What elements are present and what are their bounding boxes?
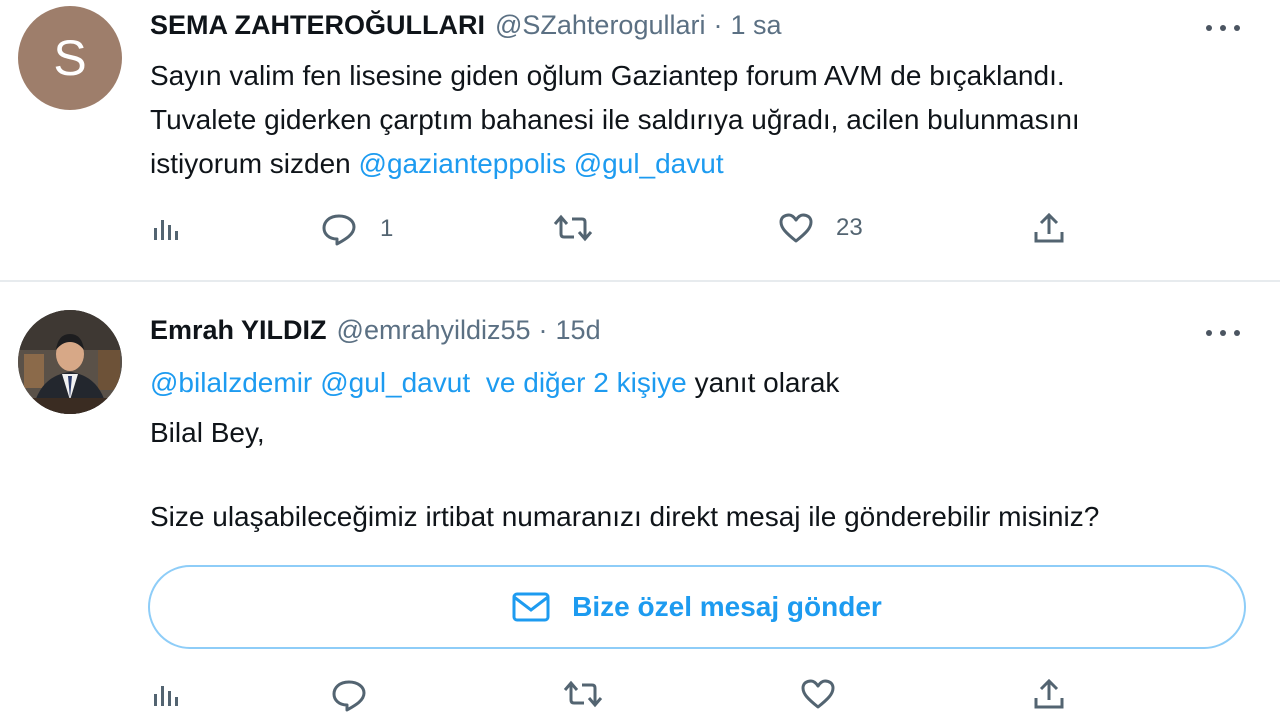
- tweet-header: SEMA ZAHTEROĞULLARI @SZahterogullari · 1…: [150, 10, 782, 41]
- retweet-icon: [563, 680, 603, 708]
- timestamp[interactable]: 15d: [556, 315, 601, 346]
- share-icon: [1034, 678, 1064, 709]
- tweet-text-segment: istiyorum sizden: [150, 148, 351, 179]
- comment-icon: [322, 214, 356, 246]
- tweet-actions: [150, 678, 1080, 718]
- bar-chart-icon: [154, 220, 178, 240]
- tweet-actions: 1 23: [150, 212, 1080, 252]
- tweet-text-line: Bilal Bey,: [150, 417, 265, 448]
- author-handle[interactable]: @emrahyildiz55: [337, 315, 531, 346]
- timestamp[interactable]: 1 sa: [731, 10, 782, 41]
- separator-dot: ·: [713, 10, 723, 40]
- retweet-icon: [553, 214, 593, 242]
- author-name[interactable]: Emrah YILDIZ: [150, 315, 327, 346]
- heart-icon: [779, 213, 813, 243]
- more-options-icon[interactable]: [1206, 323, 1240, 343]
- author-handle[interactable]: @SZahterogullari: [495, 10, 706, 41]
- send-dm-label: Bize özel mesaj gönder: [572, 591, 882, 622]
- tweet-text-line: istiyorum sizden @gazianteppolis @gul_da…: [150, 142, 1260, 186]
- avatar[interactable]: S: [18, 6, 122, 110]
- heart-icon: [801, 679, 835, 709]
- avatar[interactable]: [18, 310, 122, 414]
- share-button[interactable]: [1032, 212, 1066, 246]
- tweet-text-line: Size ulaşabileceğimiz irtibat numaranızı…: [150, 501, 1100, 532]
- reply-count: 1: [380, 215, 394, 242]
- tweet[interactable]: Emrah YILDIZ @emrahyildiz55 · 15d @bilal…: [0, 285, 1280, 720]
- like-count: 23: [836, 214, 863, 241]
- comment-icon: [332, 680, 366, 712]
- mention-link[interactable]: @gul_davut: [574, 148, 724, 179]
- tweet-text: Sayın valim fen lisesine giden oğlum Gaz…: [150, 54, 1260, 186]
- envelope-icon: [512, 592, 550, 622]
- tweet[interactable]: S SEMA ZAHTEROĞULLARI @SZahterogullari ·…: [0, 0, 1280, 282]
- avatar-letter: S: [53, 30, 87, 86]
- analytics-button[interactable]: [150, 212, 182, 244]
- share-button[interactable]: [1032, 678, 1066, 712]
- tweet-header: Emrah YILDIZ @emrahyildiz55 · 15d: [150, 315, 601, 346]
- author-name[interactable]: SEMA ZAHTEROĞULLARI: [150, 10, 485, 41]
- like-button[interactable]: [800, 678, 858, 710]
- separator-dot: ·: [538, 315, 548, 345]
- retweet-button[interactable]: [562, 678, 626, 710]
- others-link[interactable]: ve diğer 2 kişiye: [486, 367, 687, 398]
- reply-suffix: yanıt olarak: [694, 367, 840, 398]
- mention-link[interactable]: @gazianteppolis: [359, 148, 566, 179]
- tweet-divider: [0, 280, 1280, 282]
- mention-link[interactable]: @gul_davut: [320, 367, 470, 398]
- tweet-text-line: Sayın valim fen lisesine giden oğlum Gaz…: [150, 60, 1065, 91]
- bar-chart-icon: [154, 686, 178, 706]
- mention-link[interactable]: @bilalzdemir: [150, 367, 312, 398]
- send-dm-button[interactable]: Bize özel mesaj gönder: [148, 565, 1246, 649]
- replying-to: @bilalzdemir @gul_davut ve diğer 2 kişiye…: [150, 363, 839, 403]
- reply-button[interactable]: 1: [320, 212, 393, 246]
- analytics-button[interactable]: [150, 678, 182, 710]
- profile-photo: [18, 310, 122, 414]
- share-icon: [1034, 212, 1064, 243]
- like-button[interactable]: 23: [778, 212, 863, 244]
- reply-button[interactable]: [330, 678, 390, 712]
- retweet-button[interactable]: [552, 212, 616, 244]
- more-options-icon[interactable]: [1206, 18, 1240, 38]
- tweet-text-line: Tuvalete giderken çarptım bahanesi ile s…: [150, 104, 1080, 135]
